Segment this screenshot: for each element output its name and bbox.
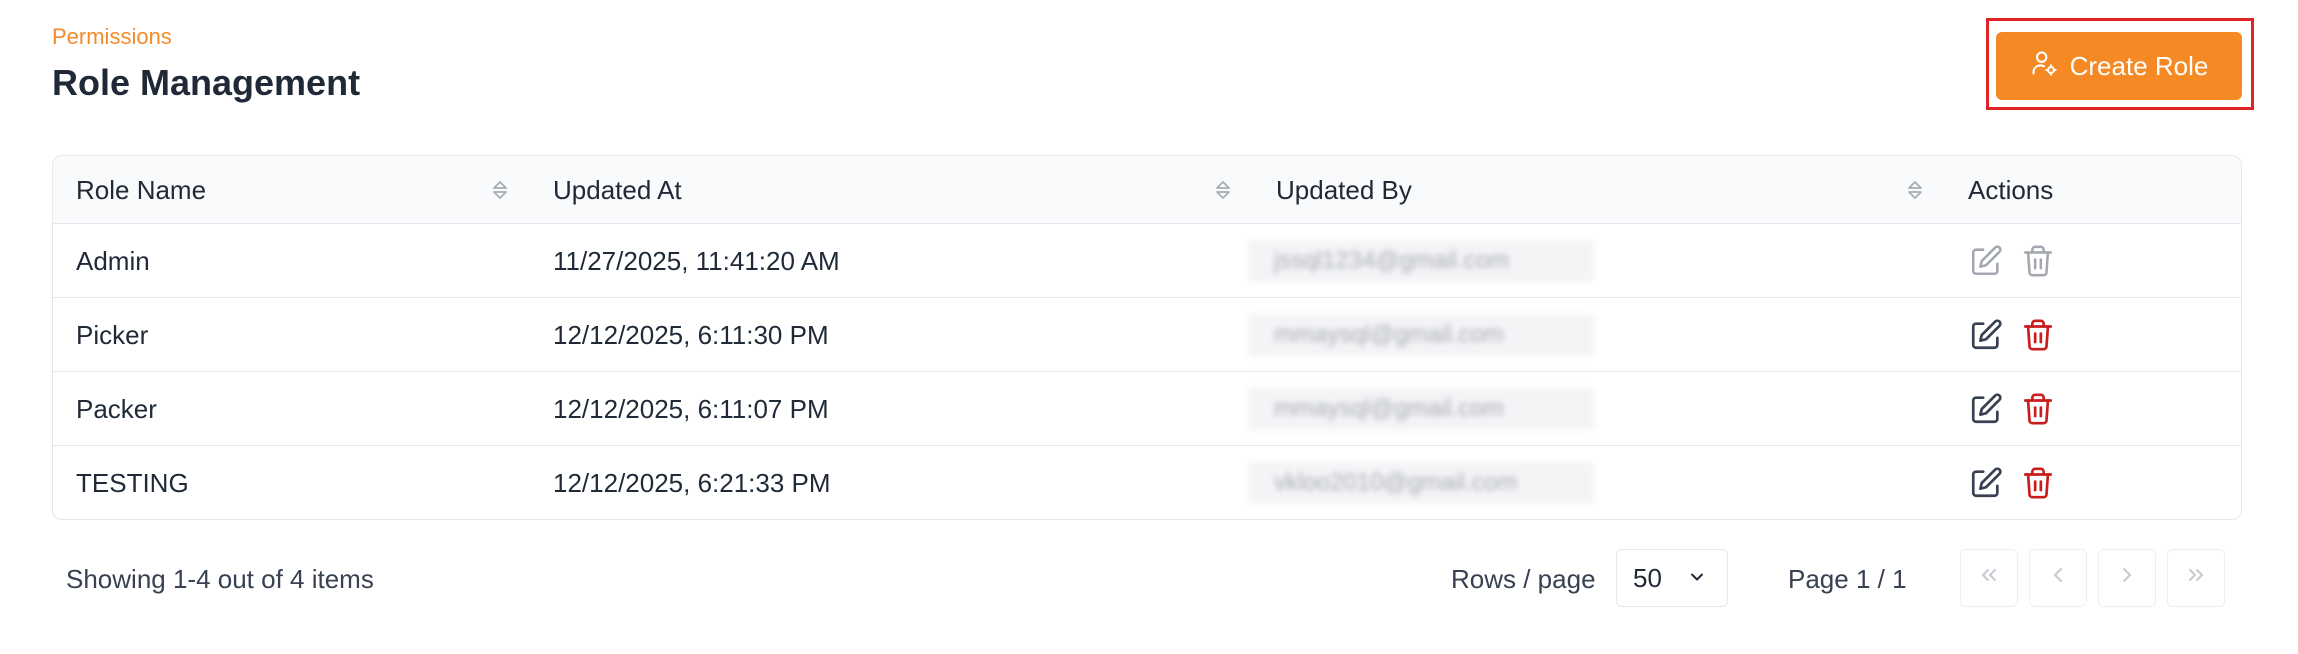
sort-icon[interactable] bbox=[1905, 178, 1925, 202]
trash-icon bbox=[2021, 245, 2055, 281]
delete-button[interactable] bbox=[2021, 318, 2055, 352]
edit-icon bbox=[1969, 245, 2003, 281]
rows-per-page-select[interactable]: 50 bbox=[1616, 549, 1728, 607]
items-count: Showing 1-4 out of 4 items bbox=[66, 564, 374, 594]
updated-by-cell: vkloo2010@gmail.com bbox=[1248, 462, 1594, 504]
updated-at-cell: 12/12/2025, 6:11:30 PM bbox=[553, 319, 829, 350]
page-title: Role Management bbox=[52, 62, 361, 103]
edit-icon bbox=[1969, 467, 2003, 503]
updated-at-cell: 11/27/2025, 11:41:20 AM bbox=[553, 245, 840, 276]
updated-at-cell: 12/12/2025, 6:21:33 PM bbox=[553, 467, 831, 498]
rows-per-page-label: Rows / page bbox=[1451, 564, 1596, 594]
updated-at-cell: 12/12/2025, 6:11:07 PM bbox=[553, 393, 829, 424]
table-row: Picker 12/12/2025, 6:11:30 PM mmaysql@gm… bbox=[53, 298, 2241, 372]
edit-button[interactable] bbox=[1969, 318, 2003, 352]
trash-icon bbox=[2021, 319, 2055, 355]
sort-icon[interactable] bbox=[490, 178, 510, 202]
column-header-updated-by[interactable]: Updated By bbox=[1276, 156, 1412, 224]
create-role-button[interactable]: Create Role bbox=[1996, 32, 2242, 100]
chevrons-right-icon bbox=[2184, 563, 2208, 594]
role-name-cell: Packer bbox=[76, 393, 157, 424]
role-management-page: Permissions Role Management Create Role … bbox=[0, 0, 2298, 654]
prev-page-button[interactable] bbox=[2029, 549, 2087, 607]
table-row: Packer 12/12/2025, 6:11:07 PM mmaysql@gm… bbox=[53, 372, 2241, 446]
updated-by-cell: mmaysql@gmail.com bbox=[1248, 314, 1594, 356]
user-gear-icon bbox=[2030, 49, 2058, 84]
roles-table: Role Name Updated At Updated By Actions … bbox=[52, 155, 2242, 520]
last-page-button[interactable] bbox=[2167, 549, 2225, 607]
role-name-cell: TESTING bbox=[76, 467, 189, 498]
column-header-role-name[interactable]: Role Name bbox=[76, 156, 206, 224]
updated-by-cell: mmaysql@gmail.com bbox=[1248, 388, 1594, 430]
chevron-left-icon bbox=[2046, 563, 2070, 594]
table-header: Role Name Updated At Updated By Actions bbox=[53, 156, 2241, 224]
chevron-down-icon bbox=[1687, 563, 1707, 594]
column-header-actions: Actions bbox=[1968, 174, 2054, 205]
sort-icon[interactable] bbox=[1213, 178, 1233, 202]
edit-icon bbox=[1969, 319, 2003, 355]
delete-button[interactable] bbox=[2021, 466, 2055, 500]
column-header-updated-at[interactable]: Updated At bbox=[553, 156, 682, 224]
edit-icon bbox=[1969, 393, 2003, 429]
first-page-button[interactable] bbox=[1960, 549, 2018, 607]
trash-icon bbox=[2021, 467, 2055, 503]
role-name-cell: Admin bbox=[76, 245, 150, 276]
rows-per-page-value: 50 bbox=[1633, 562, 1662, 593]
create-role-label: Create Role bbox=[2069, 50, 2209, 81]
chevron-right-icon bbox=[2115, 563, 2139, 594]
chevrons-left-icon bbox=[1977, 563, 2001, 594]
edit-button[interactable] bbox=[1969, 244, 2003, 278]
edit-button[interactable] bbox=[1969, 392, 2003, 426]
role-name-cell: Picker bbox=[76, 319, 149, 350]
page-info: Page 1 / 1 bbox=[1788, 564, 1907, 594]
table-row: TESTING 12/12/2025, 6:21:33 PM vkloo2010… bbox=[53, 446, 2241, 519]
table-row: Admin 11/27/2025, 11:41:20 AM jssql1234@… bbox=[53, 224, 2241, 298]
delete-button[interactable] bbox=[2021, 244, 2055, 278]
next-page-button[interactable] bbox=[2098, 549, 2156, 607]
delete-button[interactable] bbox=[2021, 392, 2055, 426]
breadcrumb[interactable]: Permissions bbox=[52, 24, 172, 50]
trash-icon bbox=[2021, 393, 2055, 429]
edit-button[interactable] bbox=[1969, 466, 2003, 500]
updated-by-cell: jssql1234@gmail.com bbox=[1248, 240, 1594, 282]
